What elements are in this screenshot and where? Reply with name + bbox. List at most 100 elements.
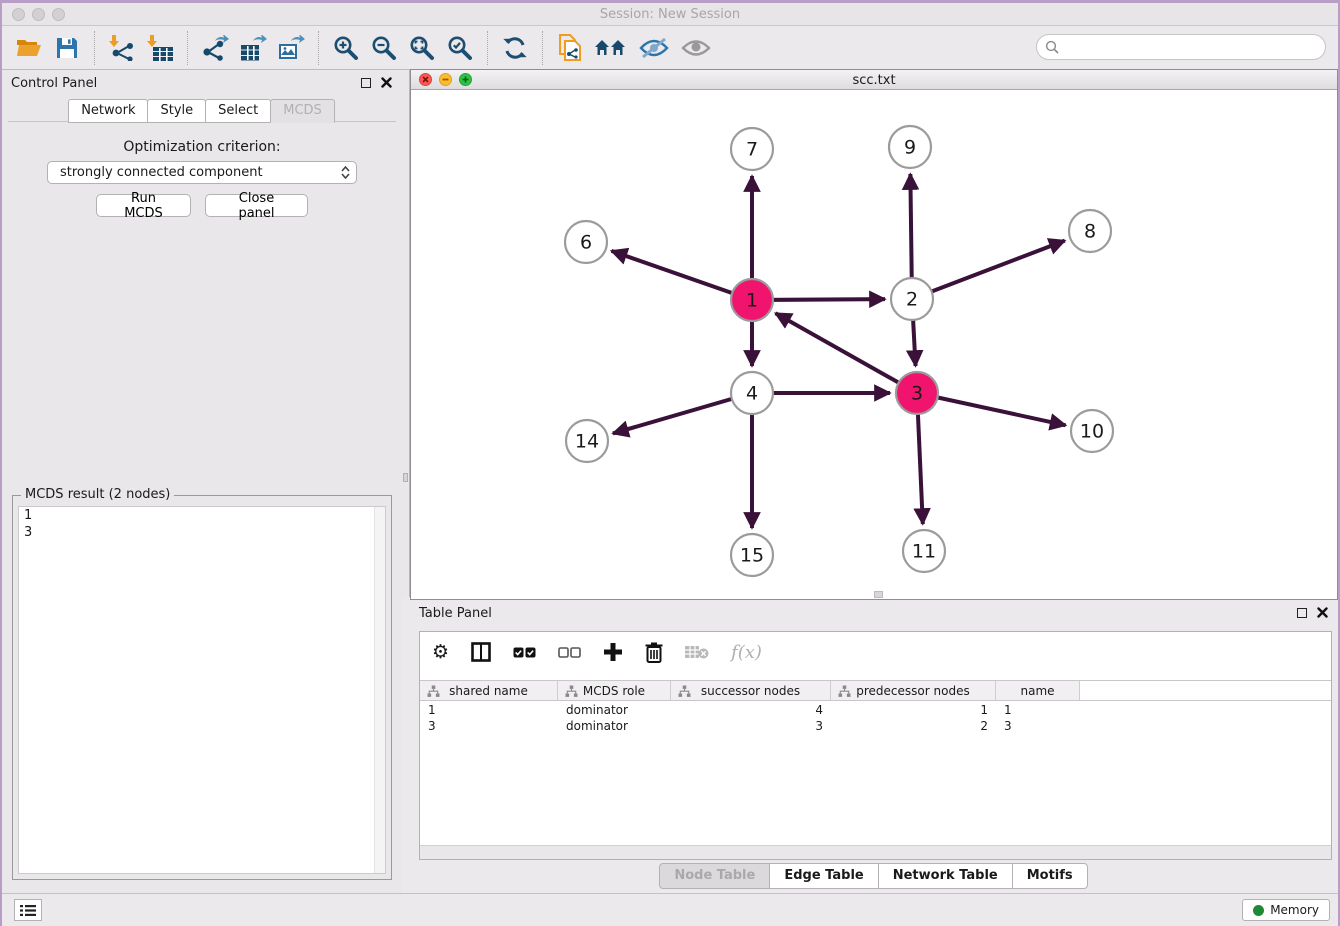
table-panel-header: Table Panel (410, 600, 1338, 626)
zoom-out-button[interactable] (369, 32, 399, 64)
splitter-handle[interactable] (403, 473, 408, 482)
column-header-predecessor-nodes[interactable]: predecessor nodes (831, 681, 996, 700)
cell-mcds-role[interactable]: dominator (558, 702, 671, 718)
column-type-icon (838, 685, 851, 698)
float-table-panel-icon[interactable] (1297, 608, 1307, 618)
column-header-shared-name[interactable]: shared name (420, 681, 558, 700)
optimization-criterion-label: Optimization criterion: (2, 139, 402, 155)
panel-splitter[interactable] (402, 70, 410, 597)
edge-3-1[interactable] (776, 313, 917, 393)
cell-mcds-role[interactable]: dominator (558, 718, 671, 734)
edge-2-8[interactable] (912, 241, 1065, 299)
refresh-button[interactable] (500, 32, 530, 64)
show-column-icon[interactable] (471, 642, 491, 662)
cell-shared-name[interactable]: 3 (420, 718, 558, 734)
tab-network[interactable]: Network (68, 99, 148, 123)
create-column-icon[interactable] (603, 642, 623, 662)
cell-successor-nodes[interactable]: 3 (671, 718, 831, 734)
show-all-button[interactable] (679, 32, 713, 64)
zoom-fit-icon (409, 35, 435, 61)
cell-shared-name[interactable]: 1 (420, 702, 558, 718)
close-table-panel-icon[interactable] (1317, 607, 1328, 618)
zoom-in-button[interactable] (331, 32, 361, 64)
cell-successor-nodes[interactable]: 4 (671, 702, 831, 718)
refresh-icon (502, 35, 528, 61)
zoom-fit-button[interactable] (407, 32, 437, 64)
open-file-button[interactable] (14, 32, 44, 64)
table-header-row: shared name MCDS role successor nodes pr… (420, 680, 1331, 701)
network-hscroll-handle[interactable] (874, 591, 883, 598)
close-panel-icon[interactable] (381, 77, 392, 88)
eye-slash-icon (639, 37, 669, 59)
cell-name[interactable]: 1 (996, 702, 1080, 718)
run-mcds-button[interactable]: Run MCDS (96, 194, 191, 217)
column-type-icon (427, 685, 440, 698)
tab-network-table[interactable]: Network Table (878, 863, 1013, 889)
table-panel: Table Panel ⚙ f(x) shared name (410, 600, 1338, 893)
zoom-out-icon (371, 35, 397, 61)
edge-3-10[interactable] (917, 393, 1066, 425)
tab-style[interactable]: Style (147, 99, 206, 123)
tab-select[interactable]: Select (205, 99, 271, 123)
main-toolbar (2, 26, 1338, 70)
save-session-button[interactable] (52, 32, 82, 64)
import-network-button[interactable] (107, 32, 137, 64)
deselect-all-checkboxes-icon[interactable] (558, 647, 581, 658)
function-builder-icon[interactable]: f(x) (731, 642, 762, 663)
column-header-name[interactable]: name (996, 681, 1080, 700)
table-toolbar: ⚙ f(x) (420, 632, 1331, 672)
status-bar: Memory (2, 893, 1338, 926)
window-title: Session: New Session (2, 7, 1338, 22)
node-label-11: 11 (912, 541, 936, 563)
network-window-titlebar[interactable]: scc.txt (411, 70, 1337, 90)
mcds-result-group: MCDS result (2 nodes) 1 3 (12, 495, 392, 880)
delete-columns-icon[interactable] (645, 642, 663, 663)
network-canvas[interactable]: 7968124314101511 (411, 90, 1337, 599)
export-image-button[interactable] (276, 32, 306, 64)
first-neighbors-button[interactable] (593, 32, 629, 64)
cell-predecessor-nodes[interactable]: 1 (831, 702, 996, 718)
export-network-button[interactable] (200, 32, 230, 64)
tab-mcds[interactable]: MCDS (270, 99, 335, 123)
node-label-2: 2 (906, 289, 918, 311)
column-header-successor-nodes[interactable]: successor nodes (671, 681, 831, 700)
table-panel-tabs: Node Table Edge Table Network Table Moti… (410, 863, 1338, 889)
import-table-button[interactable] (145, 32, 175, 64)
table-row[interactable]: 1 dominator 4 1 1 (420, 702, 1331, 718)
search-input[interactable] (1064, 40, 1325, 55)
cell-name[interactable]: 3 (996, 718, 1080, 734)
criterion-selected-value: strongly connected component (60, 165, 263, 180)
mcds-result-line: 3 (19, 524, 385, 541)
task-history-button[interactable] (14, 899, 42, 921)
tab-motifs[interactable]: Motifs (1012, 863, 1088, 889)
search-field[interactable] (1036, 34, 1326, 60)
new-network-from-selection-button[interactable] (555, 32, 585, 64)
close-panel-button[interactable]: Close panel (205, 194, 308, 217)
node-label-9: 9 (904, 137, 916, 159)
memory-button[interactable]: Memory (1242, 899, 1330, 921)
table-panel-title: Table Panel (419, 606, 492, 621)
tab-edge-table[interactable]: Edge Table (769, 863, 878, 889)
edge-1-6[interactable] (611, 251, 752, 300)
tab-node-table[interactable]: Node Table (659, 863, 770, 889)
export-table-button[interactable] (238, 32, 268, 64)
zoom-selected-button[interactable] (445, 32, 475, 64)
hide-selected-button[interactable] (637, 32, 671, 64)
cell-predecessor-nodes[interactable]: 2 (831, 718, 996, 734)
result-scrollbar[interactable] (374, 507, 385, 873)
criterion-select[interactable]: strongly connected component (47, 161, 357, 184)
table-row[interactable]: 3 dominator 3 2 3 (420, 718, 1331, 734)
table-options-gear-icon[interactable]: ⚙ (432, 643, 449, 662)
float-panel-icon[interactable] (361, 78, 371, 88)
zoom-in-icon (333, 35, 359, 61)
mcds-result-textarea[interactable]: 1 3 (18, 506, 386, 874)
control-panel-header: Control Panel (2, 70, 402, 96)
export-network-icon (201, 35, 229, 61)
select-all-checkboxes-icon[interactable] (513, 647, 536, 658)
network-graph[interactable]: 7968124314101511 (411, 90, 1337, 599)
delete-table-icon[interactable] (685, 645, 709, 659)
table-hscroll-area[interactable] (420, 845, 1331, 859)
memory-status-icon (1253, 905, 1264, 916)
save-floppy-icon (56, 37, 78, 59)
column-header-mcds-role[interactable]: MCDS role (558, 681, 671, 700)
